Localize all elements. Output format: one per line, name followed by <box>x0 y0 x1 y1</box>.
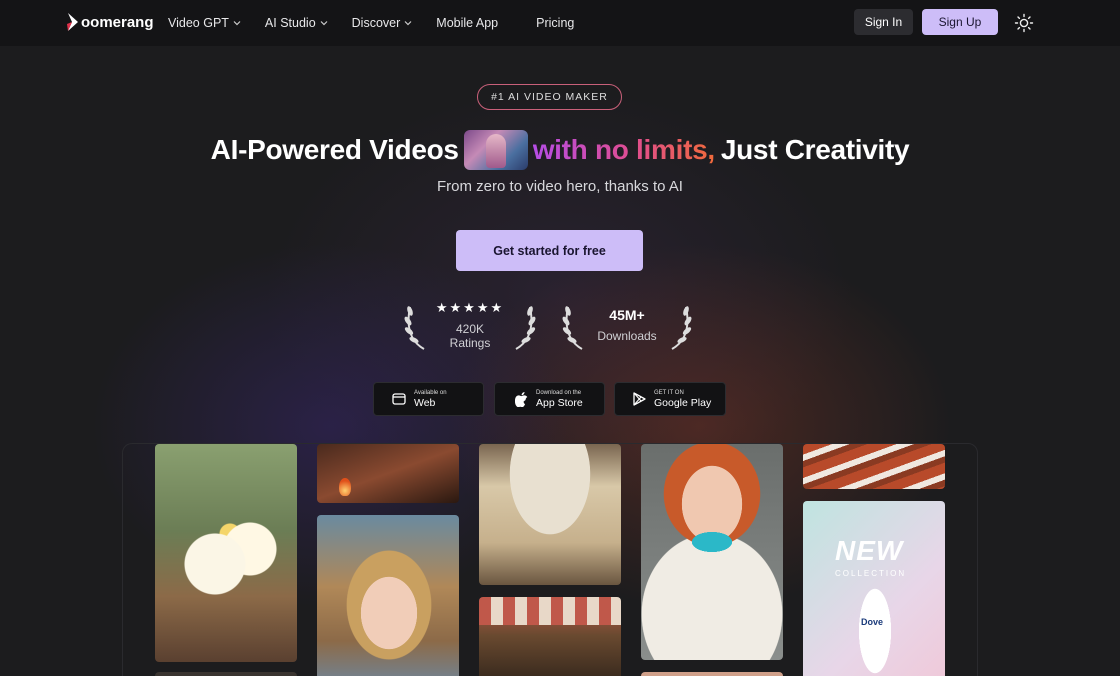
gallery-tile-fire[interactable] <box>317 444 459 503</box>
award-text: ★★★★★ 420K Ratings <box>428 300 512 350</box>
nav-link-label: Video GPT <box>168 16 229 30</box>
ratings-count: 420K Ratings <box>449 322 491 350</box>
sign-up-button[interactable]: Sign Up <box>922 9 998 35</box>
store-label: App Store <box>536 396 583 409</box>
headline-part1: AI-Powered Videos <box>210 134 459 165</box>
nav-link-label: Mobile App <box>436 16 499 30</box>
nav-link-pricing[interactable]: Pricing <box>536 16 574 30</box>
headline-gradient-text: with no limits, <box>532 134 715 165</box>
gallery-tile-flowers[interactable] <box>155 444 297 662</box>
store-label: Web <box>414 396 436 409</box>
nav-link-label: Discover <box>351 16 401 30</box>
nav-link-video-gpt[interactable]: Video GPT <box>168 16 241 30</box>
downloads-count: 45M+ <box>609 307 645 323</box>
gallery-tile[interactable] <box>155 672 297 676</box>
headline-part2: Just Creativity <box>720 134 910 165</box>
boomerang-logo-icon <box>67 13 78 31</box>
tile-new-text: NEW <box>835 535 904 566</box>
gallery-tile-striped-fabric[interactable] <box>803 444 945 489</box>
store-text: GET IT ON Google Play <box>654 390 711 409</box>
nav-link-label: Pricing <box>536 16 575 30</box>
top-nav: oomerang Video GPT AI Studio Discover Mo… <box>0 0 1120 46</box>
store-label: Google Play <box>654 396 712 409</box>
store-text: Download on the App Store <box>536 390 583 409</box>
flame-shape <box>339 478 351 496</box>
hero-subline: From zero to video hero, thanks to AI <box>437 178 683 195</box>
award-ratings: ★★★★★ 420K Ratings <box>404 298 536 352</box>
apple-icon <box>515 391 528 407</box>
chevron-down-icon <box>320 21 328 26</box>
store-button-web[interactable]: Available on Web <box>373 382 484 416</box>
headline-thumbnail <box>463 130 528 170</box>
gallery-tile-cafe[interactable] <box>479 597 621 676</box>
laurel-left-icon <box>404 306 425 350</box>
gallery-tile-new-collection[interactable]: NEW COLLECTION Dove <box>803 501 945 676</box>
nav-link-ai-studio[interactable]: AI Studio <box>265 16 328 30</box>
logo[interactable]: oomerang <box>66 8 154 36</box>
google-play-icon <box>633 392 646 406</box>
logo-text: oomerang <box>81 13 154 31</box>
get-started-button[interactable]: Get started for free <box>456 230 643 271</box>
tile-brand-text: Dove <box>861 617 884 627</box>
laurel-right-icon <box>671 306 692 350</box>
sign-in-button[interactable]: Sign In <box>854 9 913 35</box>
award-downloads: 45M+ Downloads <box>562 298 692 352</box>
gallery-tile-coat-man[interactable] <box>479 444 621 585</box>
nav-link-mobile-app[interactable]: Mobile App <box>436 16 498 30</box>
rating-stars: ★★★★★ <box>435 300 505 315</box>
hero-badge: #1 AI VIDEO MAKER <box>477 84 622 110</box>
store-button-google-play[interactable]: GET IT ON Google Play <box>614 382 726 416</box>
sun-icon[interactable] <box>1014 13 1034 33</box>
nav-link-discover[interactable]: Discover <box>352 16 413 30</box>
hero-headline: AI-Powered Videos with no limits, Just C… <box>0 128 1120 172</box>
video-gallery: NEW COLLECTION Dove <box>122 443 978 676</box>
laurel-right-icon <box>515 306 536 350</box>
store-small-text: Download on the <box>536 389 582 396</box>
tile-collection-text: COLLECTION <box>835 569 907 578</box>
nav-links: Video GPT AI Studio Discover Mobile App … <box>168 0 598 46</box>
gallery-tile-fantasy-girl[interactable] <box>317 515 459 676</box>
chevron-down-icon <box>404 21 412 26</box>
downloads-label: Downloads <box>597 329 657 343</box>
browser-icon <box>392 393 406 405</box>
store-button-app-store[interactable]: Download on the App Store <box>494 382 605 416</box>
store-text: Available on Web <box>414 390 447 409</box>
laurel-left-icon <box>562 306 583 350</box>
award-text: 45M+ Downloads <box>586 307 668 343</box>
gallery-tile-redhead-portrait[interactable] <box>641 444 783 660</box>
store-small-text: GET IT ON <box>654 389 684 396</box>
gallery-tile[interactable] <box>641 672 783 676</box>
store-small-text: Available on <box>414 389 447 396</box>
chevron-down-icon <box>233 21 241 26</box>
nav-link-label: AI Studio <box>264 16 316 30</box>
